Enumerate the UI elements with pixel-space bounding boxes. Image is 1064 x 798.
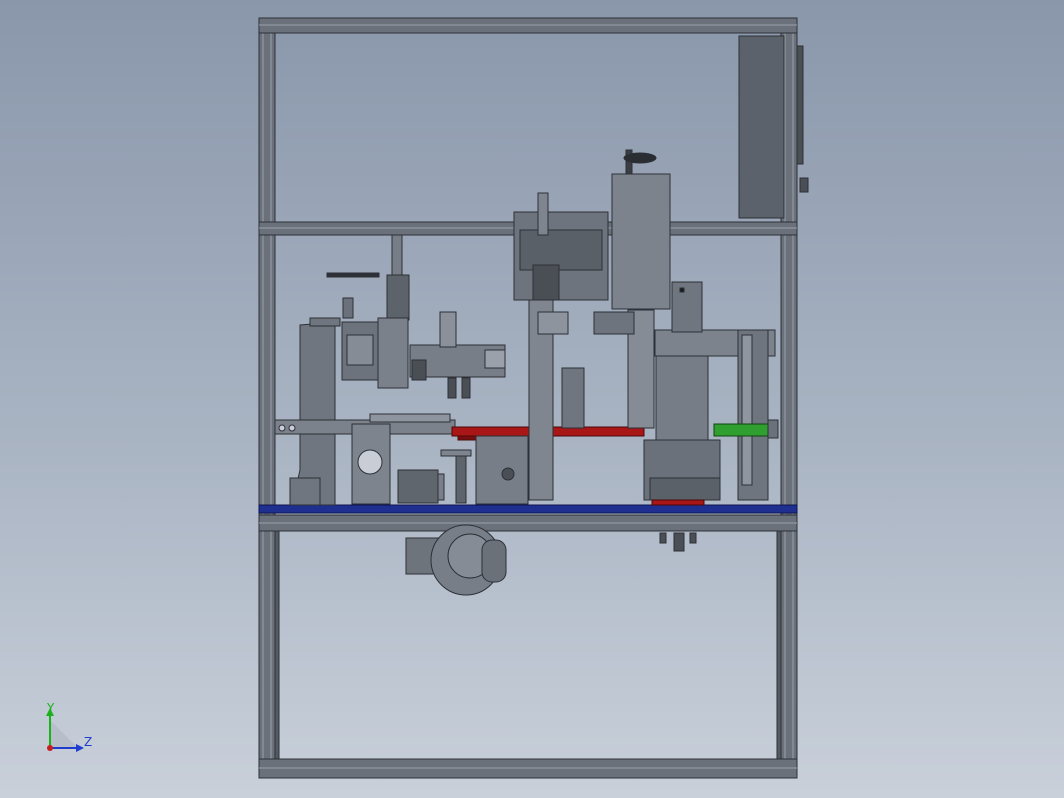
triad-y-label: Y xyxy=(46,701,55,715)
frame-inner-post-right xyxy=(776,530,782,760)
servo-mount xyxy=(341,317,409,389)
electrical-cabinet xyxy=(738,35,809,219)
lower-drive-wheel xyxy=(405,524,507,596)
base-plate xyxy=(258,504,798,514)
right-base-red xyxy=(651,499,705,506)
frame-inner-post-left xyxy=(274,530,280,760)
triad-z-label: Z xyxy=(84,735,92,749)
triad-shading xyxy=(50,720,78,748)
green-rod xyxy=(713,423,777,437)
left-support-stand xyxy=(289,317,341,506)
frame-post-left xyxy=(258,17,276,779)
axis-triad: Y Z xyxy=(46,701,92,752)
aluminum-frame xyxy=(258,17,798,779)
machine-drawing: Y Z xyxy=(46,17,809,779)
right-assembly xyxy=(643,281,776,501)
bearing-block xyxy=(351,423,391,505)
vertical-cylinder xyxy=(326,234,410,321)
drive-motor xyxy=(397,469,445,504)
small-actuator xyxy=(440,449,472,504)
cad-viewport[interactable]: Y Z xyxy=(0,0,1064,798)
lower-fittings xyxy=(659,532,697,552)
triad-origin xyxy=(47,745,53,751)
gripper-module xyxy=(409,311,506,399)
